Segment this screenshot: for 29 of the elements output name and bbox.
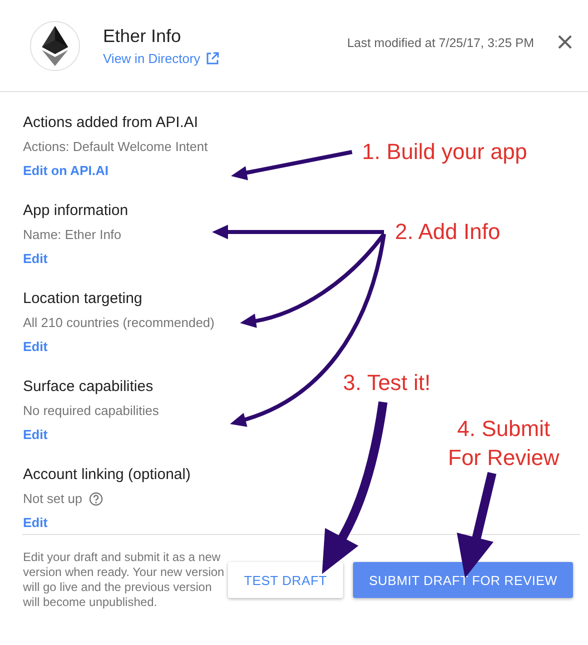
edit-link[interactable]: Edit — [23, 339, 48, 355]
edit-link[interactable]: Edit on API.AI — [23, 163, 108, 179]
edit-link[interactable]: Edit — [23, 515, 48, 531]
app-title: Ether Info — [103, 26, 182, 46]
section-title: Location targeting — [23, 290, 142, 308]
edit-link[interactable]: Edit — [23, 427, 48, 443]
footer-note: Edit your draft and submit it as a new version when ready. Your new version will go live and the previous version will become unpublished. — [23, 550, 226, 610]
annotation-label: 2. Add Info — [395, 218, 500, 246]
section-title: Surface capabilities — [23, 378, 154, 396]
section-detail: Name: Ether Info — [23, 227, 122, 243]
section-detail: Actions: Default Welcome Intent — [23, 139, 208, 155]
section-title: App information — [23, 202, 128, 220]
section-title: Actions added from API.AI — [23, 114, 198, 132]
annotation-label: 1. Build your app — [362, 138, 528, 166]
annotation-label: 3. Test it! — [343, 369, 431, 397]
section-detail: All 210 countries (recommended) — [23, 315, 214, 331]
annotation-label: 4. Submit For Review — [448, 415, 560, 472]
section-title: Account linking (optional) — [23, 466, 191, 484]
submit-button[interactable]: SUBMIT DRAFT FOR REVIEW — [352, 562, 574, 598]
ethereum-logo-icon — [30, 20, 80, 70]
section-detail: Not set up — [23, 491, 82, 507]
edit-link[interactable]: Edit — [23, 251, 48, 267]
help-icon[interactable] — [89, 492, 104, 506]
view-in-directory-link[interactable]: View in Directory — [103, 50, 220, 66]
external-link-icon — [206, 52, 220, 64]
test-draft-button[interactable]: TEST DRAFT — [228, 562, 343, 598]
section-detail: No required capabilities — [23, 403, 159, 419]
close-icon[interactable] — [558, 34, 572, 48]
last-modified-text: Last modified at 7/25/17, 3:25 PM — [347, 36, 534, 50]
